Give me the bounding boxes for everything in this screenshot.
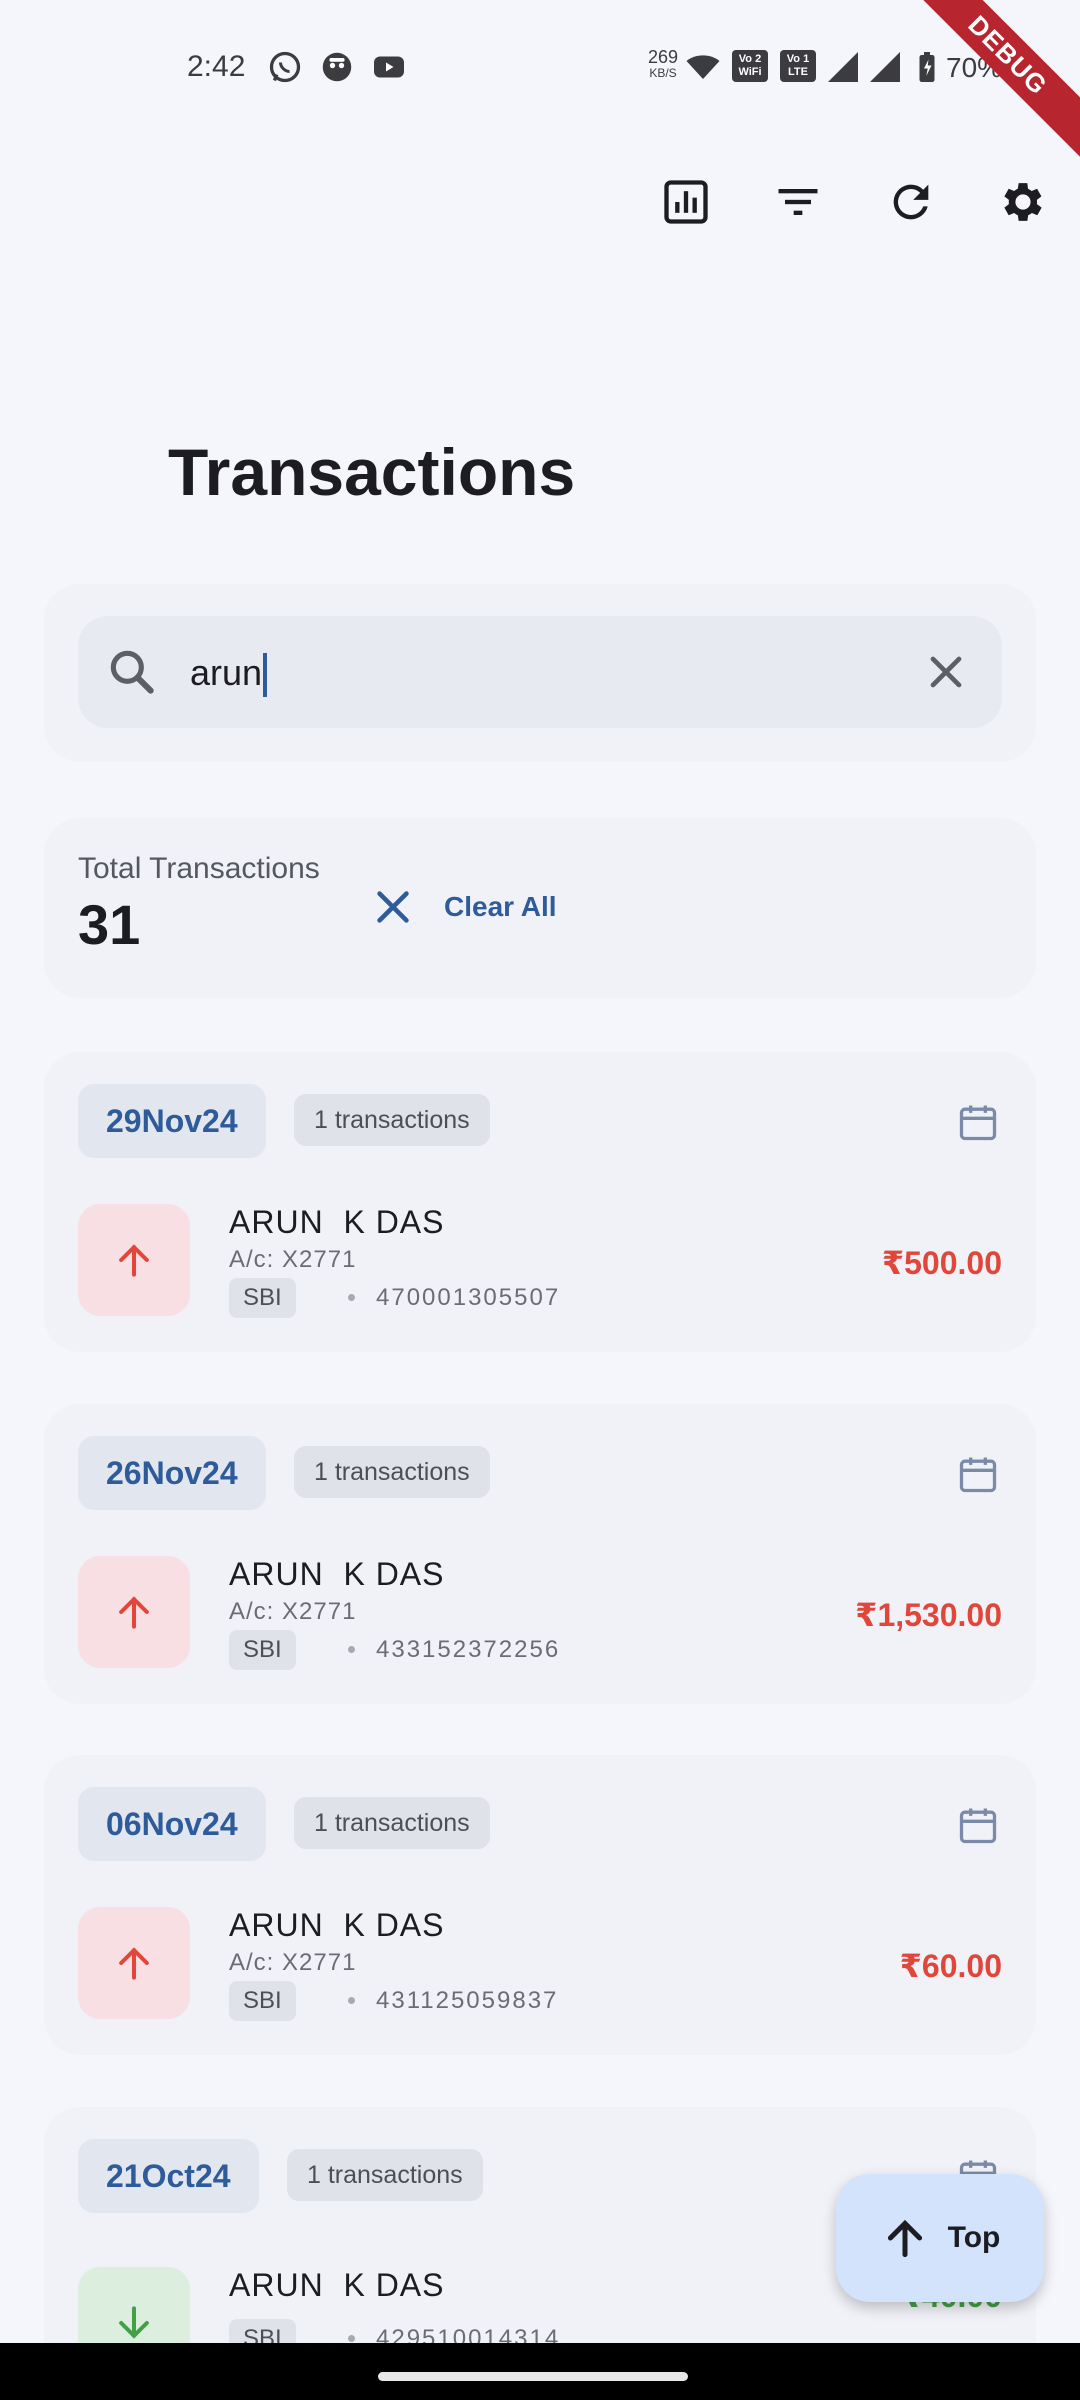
date-chip: 21Oct24: [78, 2139, 259, 2213]
date-chip: 26Nov24: [78, 1436, 266, 1510]
date-chip: 06Nov24: [78, 1787, 266, 1861]
transaction-item[interactable]: ARUN K DAS A/c: X2771 SBI 431125059837 ₹…: [78, 1907, 1002, 2023]
payee-name: ARUN K DAS: [229, 1204, 445, 1240]
payee-name: ARUN K DAS: [229, 1556, 445, 1592]
signal-icon: [824, 50, 862, 84]
amount: ₹500.00: [881, 1245, 1002, 1281]
bank-chip: SBI: [229, 1278, 296, 1318]
amount: ₹60.00: [899, 1948, 1002, 1984]
whatsapp-icon: [266, 50, 304, 84]
home-gesture-handle[interactable]: [378, 2372, 688, 2381]
account-number: A/c: X2771: [229, 1949, 357, 1976]
arrow-up-icon: [119, 1244, 149, 1277]
reference-number: 433152372256: [376, 1636, 561, 1663]
date-chip: 29Nov24: [78, 1084, 266, 1158]
reference-number: 470001305507: [376, 1284, 561, 1311]
scroll-to-top-button[interactable]: Top: [836, 2174, 1044, 2302]
status-time: 2:42: [187, 50, 246, 83]
filter-icon: [778, 189, 818, 215]
debit-indicator: [78, 1907, 190, 2019]
total-transactions-count: 31: [78, 893, 141, 956]
arrow-up-icon: [119, 1947, 149, 1980]
count-chip: 1 transactions: [287, 2149, 483, 2201]
count-chip: 1 transactions: [294, 1797, 490, 1849]
volte-chip: Vo 1 LTE: [780, 50, 816, 82]
transaction-group: 29Nov24 1 transactions ARUN K DAS A/c: X…: [44, 1052, 1036, 1352]
bank-chip: SBI: [229, 1630, 296, 1670]
status-bar: 2:42 269 KB/S Vo 2 WiFi Vo 1 LTE 70%: [0, 0, 1080, 130]
network-speed: 269 KB/S: [647, 47, 679, 80]
battery-charging-icon: [908, 50, 946, 84]
clear-all-label: Clear All: [444, 891, 557, 922]
bank-chip: SBI: [229, 1981, 296, 2021]
debit-indicator: [78, 1556, 190, 1668]
transaction-group: 06Nov24 1 transactions ARUN K DAS A/c: X…: [44, 1755, 1036, 2055]
separator-dot: [348, 1294, 355, 1301]
screen: 2:42 269 KB/S Vo 2 WiFi Vo 1 LTE 70% DEBU…: [0, 0, 1080, 2400]
account-number: A/c: X2771: [229, 1246, 357, 1273]
separator-dot: [348, 1646, 355, 1653]
account-number: A/c: X2771: [229, 1598, 357, 1625]
calendar-icon[interactable]: [956, 1100, 1000, 1144]
debit-indicator: [78, 1204, 190, 1316]
page-title: Transactions: [168, 435, 576, 509]
scroll-to-top-label: Top: [947, 2221, 1001, 2254]
settings-button[interactable]: [986, 165, 1060, 239]
search-input-value[interactable]: arun: [190, 650, 268, 698]
transaction-item[interactable]: ARUN K DAS A/c: X2771 SBI 433152372256 ₹…: [78, 1556, 1002, 1672]
wifi-icon: [684, 50, 722, 84]
app-icon: [318, 50, 356, 84]
payee-name: ARUN K DAS: [229, 2267, 445, 2303]
wifi-calling-chip: Vo 2 WiFi: [732, 50, 768, 82]
analytics-button[interactable]: [649, 165, 723, 239]
separator-dot: [348, 1997, 355, 2004]
filter-button[interactable]: [761, 165, 835, 239]
close-icon: [377, 891, 409, 923]
refresh-icon: [893, 184, 929, 220]
transaction-item[interactable]: ARUN K DAS A/c: X2771 SBI 470001305507 ₹…: [78, 1204, 1002, 1320]
reference-number: 431125059837: [376, 1987, 559, 2014]
count-chip: 1 transactions: [294, 1446, 490, 1498]
analytics-icon: [664, 180, 708, 224]
arrow-down-icon: [119, 2306, 149, 2339]
calendar-icon[interactable]: [956, 1803, 1000, 1847]
count-chip: 1 transactions: [294, 1094, 490, 1146]
separator-dot: [348, 2335, 355, 2342]
arrow-up-icon: [887, 2219, 922, 2258]
text-caret: [263, 653, 268, 698]
clear-all-button[interactable]: Clear All: [370, 872, 557, 942]
youtube-icon: [370, 50, 408, 84]
total-transactions-label: Total Transactions: [78, 852, 320, 885]
payee-name: ARUN K DAS: [229, 1907, 445, 1943]
settings-icon: [1004, 183, 1042, 221]
refresh-button[interactable]: [874, 165, 948, 239]
search-icon: [110, 650, 154, 694]
transaction-group: 26Nov24 1 transactions ARUN K DAS A/c: X…: [44, 1404, 1036, 1704]
amount: ₹1,530.00: [855, 1597, 1002, 1633]
signal-icon: [866, 50, 904, 84]
calendar-icon[interactable]: [956, 1452, 1000, 1496]
close-icon[interactable]: [920, 646, 972, 698]
arrow-up-icon: [119, 1596, 149, 1629]
